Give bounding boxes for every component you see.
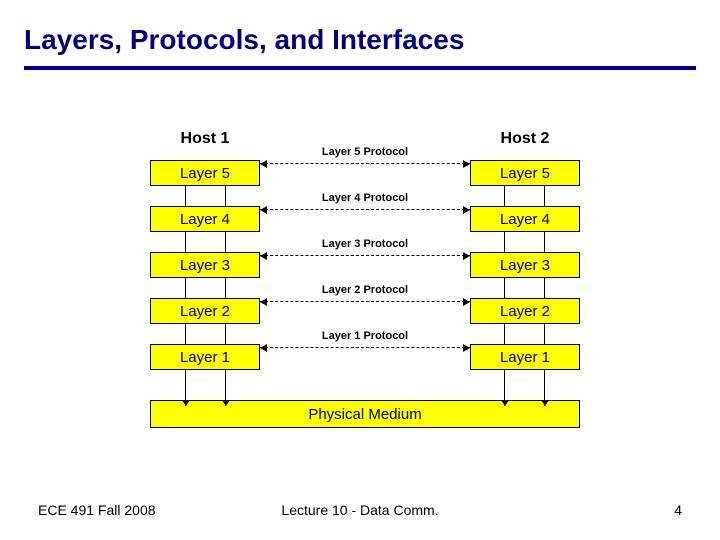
protocol-3-line [260, 255, 470, 256]
layer-row-4: Layer 4 Layer 4 Protocol Layer 4 [150, 196, 580, 242]
host1-layer1-box: Layer 1 [150, 344, 260, 370]
host2-layer4-box: Layer 4 [470, 206, 580, 232]
title-rule [24, 66, 696, 70]
protocol-2: Layer 2 Protocol [260, 291, 470, 311]
layer-row-2: Layer 2 Layer 2 Protocol Layer 2 [150, 288, 580, 334]
protocol-5: Layer 5 Protocol [260, 153, 470, 173]
protocol-3: Layer 3 Protocol [260, 245, 470, 265]
footer-page-number: 4 [674, 502, 682, 518]
layer-row-5: Layer 5 Layer 5 Protocol Layer 5 [150, 150, 580, 196]
host2-layer2-box: Layer 2 [470, 298, 580, 324]
protocol-4-line [260, 209, 470, 210]
protocol-2-label: Layer 2 Protocol [320, 284, 410, 296]
protocol-3-label: Layer 3 Protocol [320, 238, 410, 250]
host1-layer4-box: Layer 4 [150, 206, 260, 232]
host2-layer3-box: Layer 3 [470, 252, 580, 278]
host-2-label: Host 2 [470, 130, 580, 148]
footer-course: ECE 491 Fall 2008 [38, 502, 156, 518]
layer-row-3: Layer 3 Layer 3 Protocol Layer 3 [150, 242, 580, 288]
protocol-1: Layer 1 Protocol [260, 337, 470, 357]
slide-title: Layers, Protocols, and Interfaces [0, 0, 720, 66]
footer-lecture: Lecture 10 - Data Comm. [281, 502, 438, 518]
layer-row-1: Layer 1 Layer 1 Protocol Layer 1 [150, 334, 580, 380]
protocol-1-line [260, 347, 470, 348]
protocol-1-label: Layer 1 Protocol [320, 330, 410, 342]
slide-footer: ECE 491 Fall 2008 Lecture 10 - Data Comm… [0, 502, 720, 518]
protocol-5-label: Layer 5 Protocol [320, 146, 410, 158]
layer-diagram: Host 1 Host 2 Layer 5 Layer 5 Protocol L… [150, 130, 580, 428]
protocol-2-line [260, 301, 470, 302]
protocol-4: Layer 4 Protocol [260, 199, 470, 219]
host1-layer3-box: Layer 3 [150, 252, 260, 278]
host2-layer5-box: Layer 5 [470, 160, 580, 186]
host1-layer2-box: Layer 2 [150, 298, 260, 324]
host-1-label: Host 1 [150, 130, 260, 148]
host2-layer1-box: Layer 1 [470, 344, 580, 370]
protocol-5-line [260, 163, 470, 164]
protocol-4-label: Layer 4 Protocol [320, 192, 410, 204]
host1-layer5-box: Layer 5 [150, 160, 260, 186]
physical-medium-box: Physical Medium [150, 400, 580, 428]
